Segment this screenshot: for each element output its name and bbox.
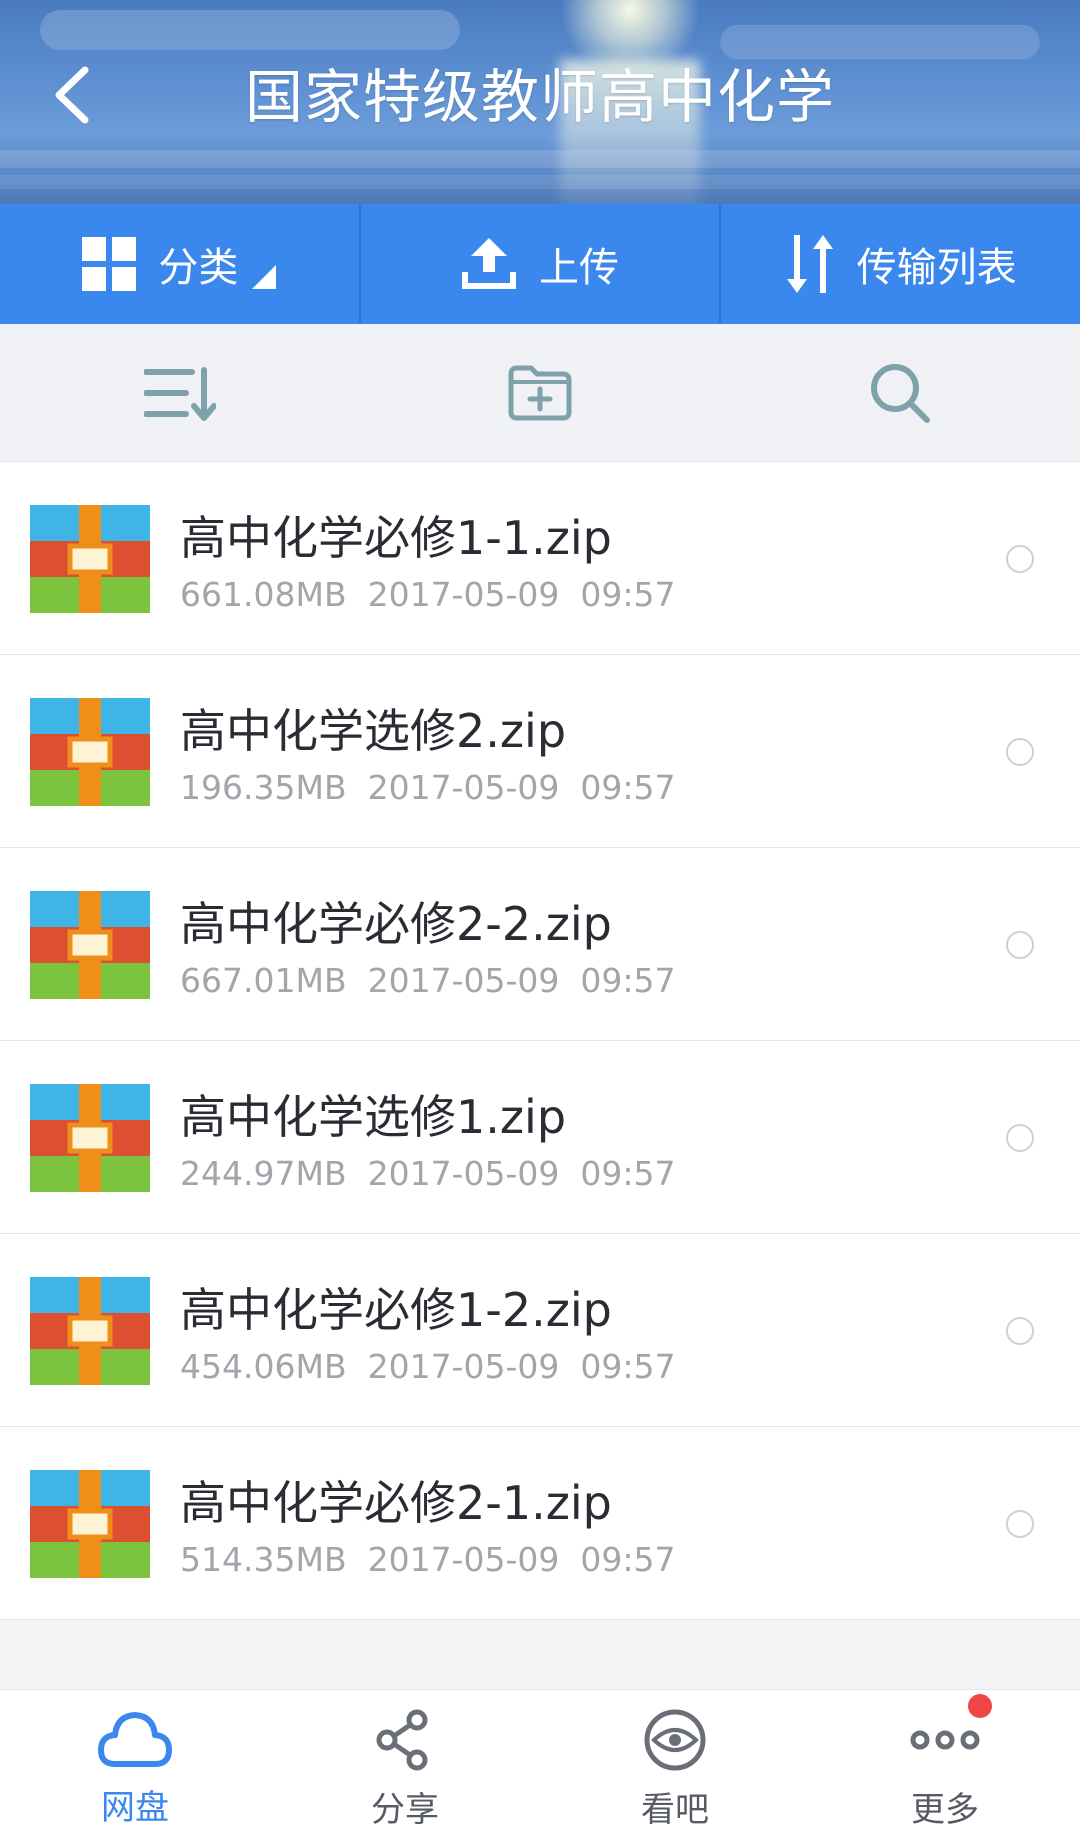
- nav-label-watch: 看吧: [641, 1790, 709, 1830]
- sort-button[interactable]: [0, 324, 360, 461]
- file-row[interactable]: 高中化学必修1-1.zip 661.08MB 2017-05-09 09:57: [0, 462, 1080, 655]
- file-row[interactable]: 高中化学选修1.zip 244.97MB 2017-05-09 09:57: [0, 1041, 1080, 1234]
- transfer-list-button[interactable]: 传输列表: [719, 204, 1080, 324]
- category-button[interactable]: 分类: [0, 204, 359, 324]
- nav-item-watch[interactable]: 看吧: [540, 1690, 810, 1839]
- upload-label: 上传: [539, 245, 619, 291]
- file-toolbar: [0, 324, 1080, 462]
- file-size: 667.01MB: [180, 961, 347, 1000]
- file-name: 高中化学选修2.zip: [180, 704, 567, 758]
- share-icon: [376, 1709, 428, 1771]
- file-name: 高中化学必修2-1.zip: [180, 1476, 612, 1530]
- header-banner: 国家特级教师高中化学: [0, 0, 1080, 204]
- header-wave: [0, 150, 1080, 168]
- bottom-nav: 网盘 分享 看吧 更多: [0, 1689, 1080, 1839]
- search-icon: [871, 363, 930, 423]
- transfer-list-label: 传输列表: [856, 245, 1017, 291]
- header-wave: [0, 175, 1080, 189]
- file-meta: 661.08MB 2017-05-09 09:57: [180, 575, 675, 614]
- file-time: 09:57: [580, 768, 676, 807]
- file-size: 661.08MB: [180, 575, 347, 614]
- file-meta: 244.97MB 2017-05-09 09:57: [180, 1154, 675, 1193]
- zip-archive-icon: [30, 891, 150, 999]
- file-size: 454.06MB: [180, 1347, 347, 1386]
- page-title: 国家特级教师高中化学: [244, 63, 835, 131]
- upload-icon: [461, 236, 517, 292]
- file-date: 2017-05-09: [367, 961, 560, 1000]
- folder-plus-icon: [508, 365, 572, 420]
- file-size: 514.35MB: [180, 1540, 347, 1579]
- file-time: 09:57: [580, 575, 676, 614]
- file-time: 09:57: [580, 1154, 676, 1193]
- file-date: 2017-05-09: [367, 1347, 560, 1386]
- file-date: 2017-05-09: [367, 1154, 560, 1193]
- file-select-radio[interactable]: [1006, 1317, 1034, 1345]
- app-screen: 国家特级教师高中化学 分类 上传 传输列表 高中化学必修1-1.zip 661.…: [0, 0, 1080, 1839]
- file-meta: 196.35MB 2017-05-09 09:57: [180, 768, 675, 807]
- grid-icon: [82, 237, 137, 291]
- file-size: 244.97MB: [180, 1154, 347, 1193]
- file-time: 09:57: [580, 1347, 676, 1386]
- file-select-radio[interactable]: [1006, 545, 1034, 573]
- nav-label-more: 更多: [911, 1790, 979, 1830]
- file-meta: 667.01MB 2017-05-09 09:57: [180, 961, 675, 1000]
- file-name: 高中化学必修2-2.zip: [180, 897, 612, 951]
- notification-badge: [968, 1694, 992, 1718]
- file-meta: 514.35MB 2017-05-09 09:57: [180, 1540, 675, 1579]
- eye-icon: [644, 1709, 706, 1771]
- file-row[interactable]: 高中化学必修1-2.zip 454.06MB 2017-05-09 09:57: [0, 1234, 1080, 1427]
- file-name: 高中化学必修1-1.zip: [180, 511, 612, 565]
- back-button[interactable]: [36, 60, 106, 130]
- file-name: 高中化学必修1-2.zip: [180, 1283, 612, 1337]
- file-size: 196.35MB: [180, 768, 347, 807]
- zip-archive-icon: [30, 698, 150, 806]
- nav-label-netdisk: 网盘: [101, 1788, 169, 1828]
- more-icon: [910, 1730, 980, 1750]
- dropdown-caret-icon: [252, 253, 277, 299]
- action-bar: 分类 上传 传输列表: [0, 204, 1080, 324]
- file-name: 高中化学选修1.zip: [180, 1090, 567, 1144]
- nav-item-netdisk[interactable]: 网盘: [0, 1690, 270, 1839]
- file-time: 09:57: [580, 961, 676, 1000]
- zip-archive-icon: [30, 1470, 150, 1578]
- file-select-radio[interactable]: [1006, 1510, 1034, 1538]
- file-row[interactable]: 高中化学必修2-1.zip 514.35MB 2017-05-09 09:57: [0, 1427, 1080, 1620]
- file-select-radio[interactable]: [1006, 738, 1034, 766]
- nav-label-share: 分享: [371, 1790, 439, 1830]
- file-date: 2017-05-09: [367, 575, 560, 614]
- file-select-radio[interactable]: [1006, 1124, 1034, 1152]
- zip-archive-icon: [30, 505, 150, 613]
- file-row[interactable]: 高中化学必修2-2.zip 667.01MB 2017-05-09 09:57: [0, 848, 1080, 1041]
- chevron-left-icon: [55, 66, 89, 124]
- file-meta: 454.06MB 2017-05-09 09:57: [180, 1347, 675, 1386]
- file-time: 09:57: [580, 1540, 676, 1579]
- file-list: 高中化学必修1-1.zip 661.08MB 2017-05-09 09:57 …: [0, 462, 1080, 1620]
- file-date: 2017-05-09: [367, 768, 560, 807]
- nav-item-more[interactable]: 更多: [810, 1690, 1080, 1839]
- nav-item-share[interactable]: 分享: [270, 1690, 540, 1839]
- upload-button[interactable]: 上传: [358, 204, 720, 324]
- file-select-radio[interactable]: [1006, 931, 1034, 959]
- file-row[interactable]: 高中化学选修2.zip 196.35MB 2017-05-09 09:57: [0, 655, 1080, 848]
- file-date: 2017-05-09: [367, 1540, 560, 1579]
- header-cloud: [40, 10, 460, 50]
- transfer-arrows-icon: [785, 235, 835, 293]
- new-folder-button[interactable]: [360, 324, 720, 461]
- search-button[interactable]: [720, 324, 1080, 461]
- zip-archive-icon: [30, 1084, 150, 1192]
- zip-archive-icon: [30, 1277, 150, 1385]
- header-cloud: [720, 25, 1040, 59]
- cloud-icon: [98, 1712, 172, 1767]
- sort-icon: [144, 366, 216, 421]
- category-label: 分类: [158, 245, 239, 291]
